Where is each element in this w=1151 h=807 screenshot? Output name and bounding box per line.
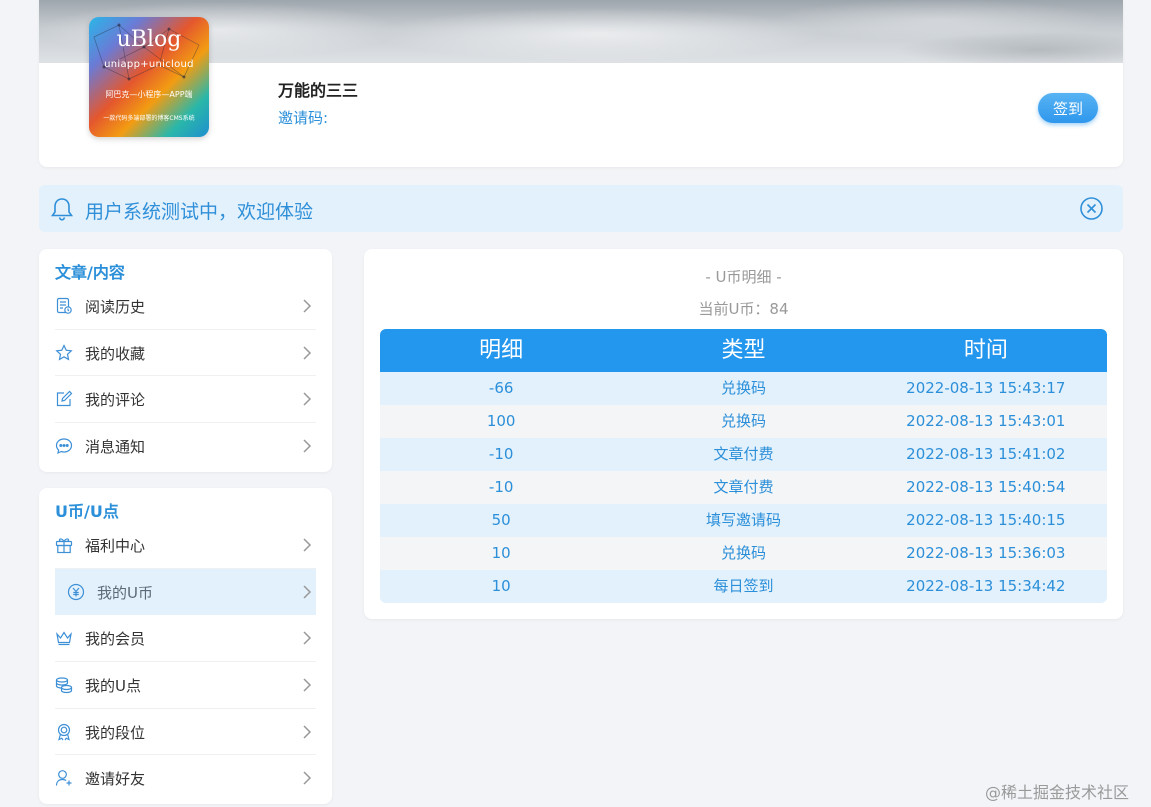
chevron-right-icon — [303, 725, 312, 739]
column-header-type: 类型 — [721, 338, 766, 363]
cell-amount: 10 — [491, 544, 511, 562]
user-add-icon — [55, 770, 72, 786]
logo-line4: 一款代码多端部署的博客CMS系统 — [103, 115, 195, 122]
watermark: @稀土掘金技术社区 — [985, 783, 1130, 802]
message-icon — [55, 438, 73, 455]
menu-title-coins: U币/U点 — [55, 502, 119, 521]
coin-detail-card: - U币明细 - 当前U币：84 明细 类型 时间 -66 兑换码 2022-0… — [364, 249, 1123, 619]
cell-amount: 10 — [491, 577, 511, 595]
notice-bar: 用户系统测试中，欢迎体验 — [39, 185, 1123, 232]
bell-icon — [49, 196, 75, 226]
menu-item-rank[interactable]: 我的段位 — [55, 709, 316, 756]
star-icon — [55, 343, 73, 361]
menu-item-welfare[interactable]: 福利中心 — [55, 522, 316, 569]
edit-icon — [56, 391, 73, 407]
chevron-right-icon — [303, 771, 312, 785]
gift-icon — [55, 538, 73, 554]
table-row: 50 填写邀请码 2022-08-13 15:40:15 — [380, 504, 1107, 537]
cell-type: 兑换码 — [720, 412, 766, 430]
coin-table-header: 明细 类型 时间 — [380, 329, 1107, 372]
logo-subtitle: uniapp+unicloud — [104, 59, 194, 70]
column-header-time: 时间 — [963, 338, 1008, 363]
chevron-right-icon — [303, 585, 312, 599]
chevron-right-icon — [303, 392, 312, 406]
menu-item-label: 福利中心 — [85, 537, 146, 555]
menu-item-membership[interactable]: 我的会员 — [55, 615, 316, 663]
table-row: -10 文章付费 2022-08-13 15:41:02 — [380, 438, 1107, 471]
table-row: 10 兑换码 2022-08-13 15:36:03 — [380, 537, 1107, 570]
cell-time: 2022-08-13 15:43:01 — [906, 412, 1066, 430]
chevron-right-icon — [303, 678, 312, 692]
chevron-right-icon — [303, 439, 312, 453]
menu-item-read-history[interactable]: 阅读历史 — [55, 283, 316, 330]
menu-item-label: 我的评论 — [85, 391, 146, 410]
notice-text: 用户系统测试中，欢迎体验 — [85, 201, 314, 223]
cell-type: 填写邀请码 — [705, 511, 781, 529]
menu-item-my-points[interactable]: 我的U点 — [55, 662, 316, 709]
coin-icon — [67, 583, 85, 600]
menu-card-coins: U币/U点 福利中心 我的U币 我的会员 我的U点 我的段位 邀请好友 — [39, 488, 332, 804]
menu-item-notifications[interactable]: 消息通知 — [55, 423, 316, 470]
coin-balance: 当前U币：84 — [698, 300, 789, 318]
menu-card-content: 文章/内容 阅读历史 我的收藏 我的评论 消息通知 — [39, 249, 332, 472]
cell-time: 2022-08-13 15:40:54 — [906, 478, 1066, 496]
cell-amount: -10 — [488, 478, 514, 496]
cell-time: 2022-08-13 15:41:02 — [906, 445, 1066, 463]
profile-card: uBlog uniapp+unicloud 阿巴克—小程序—APP端 一款代码多… — [39, 0, 1123, 167]
cell-amount: 100 — [486, 412, 516, 430]
cell-time: 2022-08-13 15:40:15 — [906, 511, 1066, 529]
logo-line3: 阿巴克—小程序—APP端 — [105, 90, 193, 99]
menu-item-label: 邀请好友 — [85, 770, 146, 789]
table-row: 100 兑换码 2022-08-13 15:43:01 — [380, 405, 1107, 438]
cell-time: 2022-08-13 15:43:17 — [906, 379, 1066, 397]
coin-table-body: -66 兑换码 2022-08-13 15:43:17 100 兑换码 2022… — [380, 372, 1107, 603]
logo-title: uBlog — [116, 27, 182, 52]
coins-stack-icon — [55, 677, 73, 694]
menu-item-invite-friends[interactable]: 邀请好友 — [55, 755, 316, 802]
cell-type: 兑换码 — [720, 379, 766, 397]
menu-item-favorites[interactable]: 我的收藏 — [55, 330, 316, 377]
signin-button[interactable]: 签到 — [1038, 93, 1098, 123]
menu-item-label: 我的段位 — [85, 723, 146, 742]
app-logo: uBlog uniapp+unicloud 阿巴克—小程序—APP端 一款代码多… — [89, 17, 209, 137]
table-row: -10 文章付费 2022-08-13 15:40:54 — [380, 471, 1107, 504]
invite-code-label: 邀请码: — [278, 109, 329, 127]
menu-item-comments[interactable]: 我的评论 — [55, 376, 316, 424]
menu-list-content: 阅读历史 我的收藏 我的评论 消息通知 — [55, 283, 316, 470]
menu-item-label: 我的U点 — [85, 677, 141, 696]
menu-item-label: 我的收藏 — [85, 344, 146, 363]
chevron-right-icon — [303, 631, 312, 645]
close-circle-icon[interactable] — [1079, 196, 1104, 225]
coin-table: 明细 类型 时间 -66 兑换码 2022-08-13 15:43:17 100… — [380, 329, 1107, 603]
chevron-right-icon — [303, 538, 312, 552]
menu-item-my-coins[interactable]: 我的U币 — [55, 568, 316, 616]
history-icon — [56, 297, 72, 314]
cell-time: 2022-08-13 15:36:03 — [906, 544, 1066, 562]
menu-item-label: 我的会员 — [85, 630, 146, 649]
menu-title-content: 文章/内容 — [55, 263, 125, 282]
menu-list-coins: 福利中心 我的U币 我的会员 我的U点 我的段位 邀请好友 — [55, 522, 316, 802]
column-header-detail: 明细 — [479, 338, 524, 363]
crown-icon — [56, 631, 72, 646]
menu-item-label: 消息通知 — [85, 438, 146, 457]
cell-type: 每日签到 — [713, 577, 774, 595]
medal-icon — [57, 723, 71, 741]
chevron-right-icon — [303, 346, 312, 360]
table-row: -66 兑换码 2022-08-13 15:43:17 — [380, 372, 1107, 405]
menu-item-label: 我的U币 — [97, 583, 153, 602]
cell-time: 2022-08-13 15:34:42 — [906, 577, 1066, 595]
cell-amount: 50 — [491, 511, 511, 529]
cell-type: 文章付费 — [713, 478, 774, 496]
coin-detail-title: - U币明细 - — [705, 268, 782, 286]
cell-amount: -10 — [488, 445, 514, 463]
cell-type: 文章付费 — [713, 445, 774, 463]
menu-item-label: 阅读历史 — [85, 298, 146, 316]
chevron-right-icon — [303, 299, 312, 313]
cell-type: 兑换码 — [720, 544, 766, 562]
table-row: 10 每日签到 2022-08-13 15:34:42 — [380, 570, 1107, 603]
username: 万能的三三 — [278, 81, 359, 100]
cell-amount: -66 — [488, 379, 514, 397]
